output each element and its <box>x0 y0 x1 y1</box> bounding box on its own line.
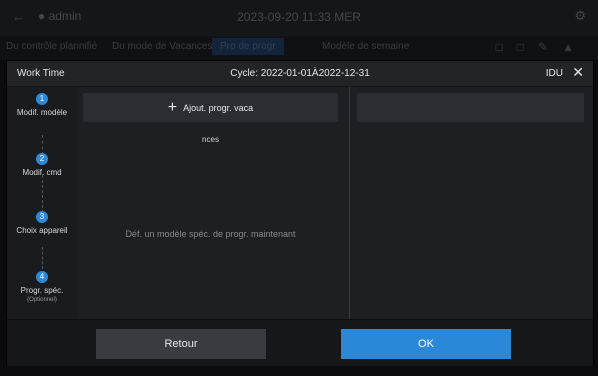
plus-icon: + <box>167 98 178 116</box>
close-icon[interactable]: ✕ <box>572 65 584 79</box>
background-tab-2: Du mode de Vacances <box>112 41 213 52</box>
step-label: Progr. spéc. <box>20 286 64 295</box>
step-optional-note: (Optionnel) <box>27 297 57 303</box>
step-connector <box>42 135 43 155</box>
step-label: Modif. cmd <box>22 168 62 177</box>
idu-label: IDU <box>545 68 563 79</box>
background-datetime: 2023-09-20 11:33 MER <box>237 10 361 24</box>
step-connector <box>42 175 43 213</box>
step-number: 3 <box>36 211 48 223</box>
background-tab-4: Modèle de semaine <box>322 41 410 52</box>
step-choose-device[interactable]: 3 Choix appareil <box>7 211 77 236</box>
background-tab-3: Pro de progr <box>212 38 284 55</box>
background-toolbar-icons: □□✎▲ <box>495 40 588 54</box>
back-button[interactable]: Retour <box>96 329 266 359</box>
step-number: 1 <box>36 93 48 105</box>
step-edit-command[interactable]: 2 Modif. cmd <box>7 153 77 178</box>
step-edit-template[interactable]: 1 Modif. modèle <box>7 93 77 118</box>
panel-divider <box>349 87 350 319</box>
step-connector <box>42 247 43 269</box>
gear-icon: ⚙ <box>574 8 586 23</box>
ok-button[interactable]: OK <box>341 329 511 359</box>
background-tab-1: Du contrôle plannifié <box>6 41 98 52</box>
add-holiday-program-label: Ajout. progr. vaca <box>183 102 254 113</box>
step-number: 4 <box>36 271 48 283</box>
cycle-range: Cycle: 2022-01-01À2022-12-31 <box>230 68 370 79</box>
step-label: Choix appareil <box>16 226 68 235</box>
add-holiday-program-label-continuation: nces <box>202 135 219 144</box>
steps-sidebar: 1 Modif. modèle 2 Modif. cmd 3 Choix app… <box>7 87 77 319</box>
detail-panel <box>351 87 593 319</box>
step-number: 2 <box>36 153 48 165</box>
dialog-header: Work Time Cycle: 2022-01-01À2022-12-31 I… <box>7 61 593 87</box>
work-time-dialog: Work Time Cycle: 2022-01-01À2022-12-31 I… <box>7 61 593 366</box>
dialog-footer: Retour OK <box>7 319 593 366</box>
add-holiday-program-button[interactable]: + Ajout. progr. vaca <box>83 93 338 122</box>
background-top-bar: ← ● admin 2023-09-20 11:33 MER ⚙ <box>0 0 598 36</box>
step-special-schedule[interactable]: 4 Progr. spéc. (Optionnel) <box>7 271 77 304</box>
empty-state-message: Déf. un modèle spéc. de progr. maintenan… <box>125 229 296 239</box>
step-label: Modif. modèle <box>16 108 68 117</box>
detail-panel-button[interactable] <box>357 93 584 122</box>
background-tabs: Du contrôle plannifié Du mode de Vacance… <box>0 36 598 60</box>
holiday-program-panel: + Ajout. progr. vaca nces Déf. un modèle… <box>80 87 349 319</box>
